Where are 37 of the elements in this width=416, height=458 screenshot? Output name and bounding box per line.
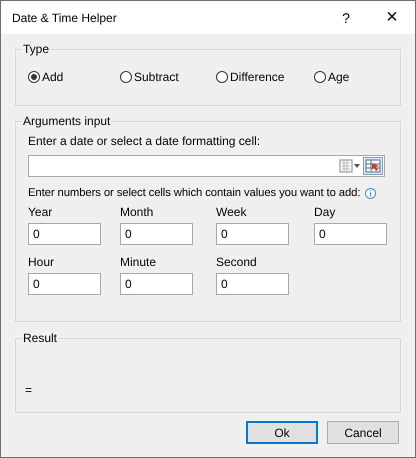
field-label: Day (314, 205, 336, 219)
date-input-field[interactable] (28, 155, 385, 177)
radio-label[interactable]: Add (42, 70, 64, 84)
dialog-button[interactable]: Ok (246, 421, 318, 444)
values-prompt: Enter numbers or select cells which contain values you want to add: (28, 187, 360, 199)
close-button[interactable]: × (369, 1, 415, 34)
radio-button[interactable] (120, 71, 132, 83)
field-label: Month (120, 205, 154, 219)
number-field[interactable]: 0 (120, 273, 193, 295)
group-title: Result (22, 331, 58, 345)
number-field[interactable]: 0 (120, 223, 193, 245)
number-field[interactable]: 0 (314, 223, 387, 245)
radio-label[interactable]: Subtract (134, 70, 179, 84)
radio-label[interactable]: Age (328, 70, 350, 84)
number-field[interactable]: 0 (216, 223, 289, 245)
info-icon[interactable] (365, 188, 376, 198)
number-field[interactable]: 0 (216, 273, 289, 295)
window-title: Date & Time Helper (12, 10, 118, 24)
result-text: = (25, 383, 34, 397)
dialog-button[interactable]: Cancel (327, 421, 399, 444)
field-label: Week (216, 205, 248, 219)
date-prompt: Enter a date or select a date formatting cell: (28, 134, 262, 148)
number-field[interactable]: 0 (28, 273, 101, 295)
radio-button[interactable] (28, 71, 40, 83)
field-label: Hour (28, 255, 56, 269)
field-label: Second (216, 255, 258, 269)
radio-button[interactable] (216, 71, 228, 83)
radio-label[interactable]: Difference (230, 70, 284, 84)
number-field[interactable]: 0 (28, 223, 101, 245)
field-label: Minute (120, 255, 158, 269)
help-button[interactable]: ? (323, 1, 369, 34)
range-select-icon[interactable] (363, 157, 383, 175)
group-title: Arguments input (22, 114, 112, 128)
group-title: Type (22, 42, 50, 56)
radio-button[interactable] (314, 71, 326, 83)
calendar-dropdown-icon[interactable] (339, 159, 361, 173)
field-label: Year (28, 205, 54, 219)
